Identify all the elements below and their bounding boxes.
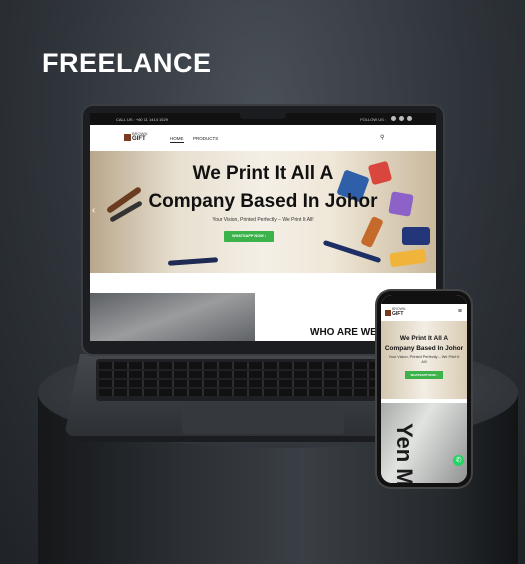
phone-hero: We Print It All A Company Based In Johor… xyxy=(381,321,467,399)
phone-screen: BROWN GIFT ≡ We Print It All A Company B… xyxy=(381,295,467,483)
topbar-phone: CALL US : +60 11 1414 1529 xyxy=(116,117,168,122)
hero-subtitle: Your Vision, Printed Perfectly – We Prin… xyxy=(212,217,314,223)
hero-title-line2: Company Based In Johor xyxy=(148,191,378,212)
topbar-follow: FOLLOW US : xyxy=(360,117,386,122)
phone-navbar: BROWN GIFT ≡ xyxy=(381,304,467,321)
laptop-trackpad xyxy=(182,404,344,434)
phone-hero-subtitle: Your Vision, Printed Perfectly – We Prin… xyxy=(388,355,460,364)
hero-title-line1: We Print It All A xyxy=(192,163,334,184)
about-image xyxy=(90,293,255,341)
nav-home[interactable]: HOME xyxy=(170,136,184,143)
nav-products[interactable]: PRODUCTS xyxy=(193,136,218,141)
hero-banner: We Print It All A Company Based In Johor… xyxy=(90,151,436,273)
phone-hero-title-line1: We Print It All A xyxy=(399,335,449,342)
phone-logo[interactable]: BROWN GIFT xyxy=(385,306,407,319)
chevron-left-icon[interactable]: ‹ xyxy=(92,205,95,216)
phone-whatsapp-now-button[interactable]: WHATSAPP NOW › xyxy=(405,371,443,379)
facebook-icon[interactable] xyxy=(391,116,396,121)
phone-hero-title-line2: Company Based In Johor xyxy=(384,345,464,352)
hamburger-menu-icon[interactable]: ≡ xyxy=(458,308,462,315)
youtube-icon[interactable] xyxy=(407,116,412,121)
hero-shadow xyxy=(90,273,436,293)
headline: FREELANCE xyxy=(42,48,212,78)
whatsapp-icon[interactable]: ✆ xyxy=(453,455,464,466)
site-logo[interactable]: BROWN GIFT xyxy=(124,130,148,144)
about-section-title: WHO ARE WE? xyxy=(310,327,383,338)
twitter-icon[interactable] xyxy=(399,116,404,121)
phone-topbar xyxy=(381,295,467,304)
whatsapp-now-button[interactable]: WHATSAPP NOW › xyxy=(224,231,274,242)
laptop-keyboard xyxy=(96,359,386,401)
search-icon[interactable]: ⚲ xyxy=(380,134,384,141)
phone-image-text: Yen Mi xyxy=(392,423,417,483)
site-navbar: BROWN GIFT HOME PRODUCTS ⚲ xyxy=(90,125,436,152)
